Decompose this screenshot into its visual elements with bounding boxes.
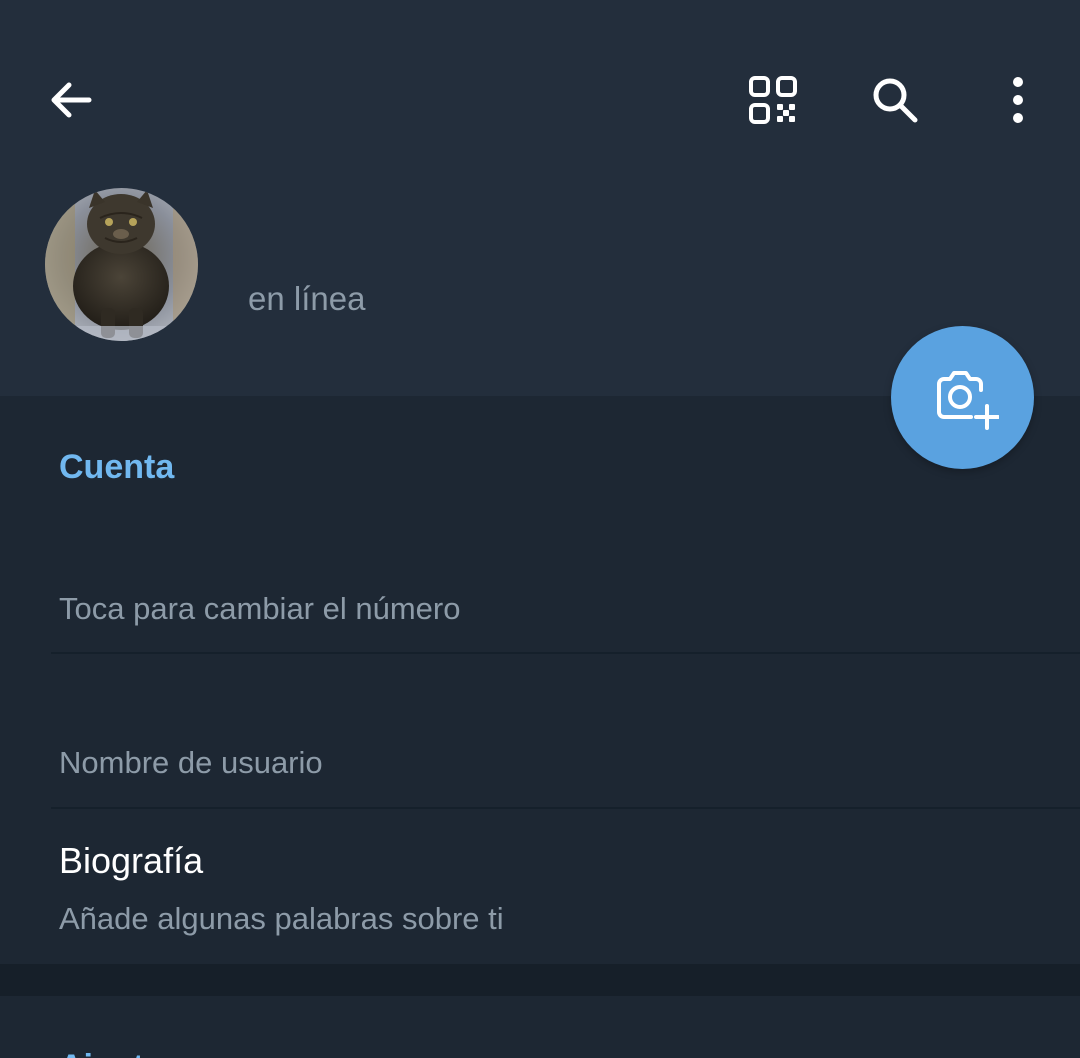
back-button[interactable] xyxy=(26,55,116,145)
qr-code-button[interactable] xyxy=(728,55,818,145)
settings-section: Ajustes xyxy=(0,996,1080,1058)
username-row[interactable]: Nombre de usuario xyxy=(59,745,323,781)
online-status: en línea xyxy=(248,280,366,317)
search-button[interactable] xyxy=(850,55,940,145)
account-section: Cuenta Toca para cambiar el número Nombr… xyxy=(0,396,1080,964)
camera-add-icon xyxy=(936,370,999,430)
divider xyxy=(51,807,1080,809)
profile-header: en línea xyxy=(0,0,1080,396)
settings-section-title: Ajustes xyxy=(59,1048,182,1058)
divider xyxy=(51,652,1080,654)
phone-number-row[interactable]: Toca para cambiar el número xyxy=(59,591,460,627)
arrow-left-icon xyxy=(51,82,92,118)
profile-avatar[interactable] xyxy=(45,188,198,341)
account-section-title: Cuenta xyxy=(59,448,175,486)
bio-title[interactable]: Biografía xyxy=(59,840,203,882)
search-icon xyxy=(873,78,918,123)
bio-hint: Añade algunas palabras sobre ti xyxy=(59,901,504,936)
more-options-button[interactable] xyxy=(973,55,1063,145)
section-separator xyxy=(0,964,1080,996)
qr-code-icon xyxy=(749,76,797,124)
avatar-photo xyxy=(45,188,198,341)
more-vertical-icon xyxy=(1013,77,1023,123)
set-profile-photo-button[interactable] xyxy=(891,326,1034,469)
